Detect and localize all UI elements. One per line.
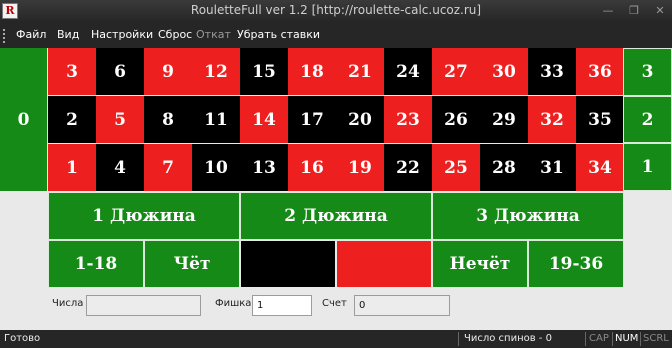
dozen-2-button[interactable]: 2 Дюжина: [240, 192, 432, 240]
numbers-field[interactable]: [86, 295, 201, 316]
status-divider: [640, 332, 641, 346]
number-cell-23[interactable]: 23: [384, 96, 432, 143]
dozen-1-button[interactable]: 1 Дюжина: [48, 192, 240, 240]
number-cell-20[interactable]: 20: [336, 96, 384, 143]
chip-label: Фишка: [215, 298, 252, 309]
number-cell-14[interactable]: 14: [240, 96, 288, 143]
column-bet-3[interactable]: 3: [623, 48, 672, 96]
number-cell-1[interactable]: 1: [48, 144, 96, 191]
window-title: RouletteFull ver 1.2 [http://roulette-ca…: [190, 3, 482, 17]
title-bar: R RouletteFull ver 1.2 [http://roulette-…: [0, 0, 672, 22]
menu-view[interactable]: Вид: [57, 28, 79, 41]
status-ready: Готово: [4, 333, 41, 344]
number-cell-6[interactable]: 6: [96, 48, 144, 95]
number-cell-19[interactable]: 19: [336, 144, 384, 191]
number-cell-30[interactable]: 30: [480, 48, 528, 95]
number-cell-10[interactable]: 10: [192, 144, 240, 191]
status-divider: [458, 332, 459, 346]
even-button[interactable]: Чёт: [144, 240, 240, 288]
num-lock-indicator: NUM: [615, 333, 639, 344]
input-row: Числа Фишка 1 Счет 0: [0, 292, 672, 328]
spin-count: Число спинов - 0: [464, 333, 552, 344]
number-cell-11[interactable]: 11: [192, 96, 240, 143]
number-cell-2[interactable]: 2: [48, 96, 96, 143]
menu-grip-icon: [3, 29, 8, 43]
number-cell-31[interactable]: 31: [528, 144, 576, 191]
status-divider: [612, 332, 613, 346]
number-cell-13[interactable]: 13: [240, 144, 288, 191]
number-cell-33[interactable]: 33: [528, 48, 576, 95]
roulette-table: 0 3 6 9 12 15 18 21 24 27 30 33 36 2 5 8 11 14 17 20 23 26 29…: [0, 48, 672, 292]
scroll-lock-indicator: SCRL: [643, 333, 669, 344]
menu-reset[interactable]: Сброс: [158, 28, 192, 41]
chip-input[interactable]: 1: [252, 295, 312, 316]
number-cell-17[interactable]: 17: [288, 96, 336, 143]
number-cell-16[interactable]: 16: [288, 144, 336, 191]
number-cell-25[interactable]: 25: [432, 144, 480, 191]
caps-lock-indicator: CAP: [589, 333, 609, 344]
number-cell-9[interactable]: 9: [144, 48, 192, 95]
menu-clear-bets[interactable]: Убрать ставки: [237, 28, 320, 41]
menu-undo[interactable]: Откат: [196, 28, 231, 41]
number-cell-29[interactable]: 29: [480, 96, 528, 143]
number-cell-8[interactable]: 8: [144, 96, 192, 143]
number-cell-21[interactable]: 21: [336, 48, 384, 95]
high-19-36-button[interactable]: 19-36: [528, 240, 624, 288]
number-cell-5[interactable]: 5: [96, 96, 144, 143]
number-cell-27[interactable]: 27: [432, 48, 480, 95]
menu-file[interactable]: Файл: [16, 28, 46, 41]
menu-bar: Файл Вид Настройки Сброс Откат Убрать ст…: [0, 22, 672, 48]
number-cell-28[interactable]: 28: [480, 144, 528, 191]
number-cell-36[interactable]: 36: [576, 48, 624, 95]
number-cell-zero[interactable]: 0: [0, 48, 47, 191]
numbers-label: Числа: [52, 298, 84, 309]
number-cell-34[interactable]: 34: [576, 144, 624, 191]
odd-button[interactable]: Нечёт: [432, 240, 528, 288]
score-field: 0: [354, 295, 450, 316]
column-bet-1[interactable]: 1: [623, 143, 672, 191]
number-cell-32[interactable]: 32: [528, 96, 576, 143]
number-cell-15[interactable]: 15: [240, 48, 288, 95]
number-cell-12[interactable]: 12: [192, 48, 240, 95]
number-cell-4[interactable]: 4: [96, 144, 144, 191]
low-1-18-button[interactable]: 1-18: [48, 240, 144, 288]
number-cell-24[interactable]: 24: [384, 48, 432, 95]
score-label: Счет: [322, 298, 347, 309]
number-cell-18[interactable]: 18: [288, 48, 336, 95]
minimize-button[interactable]: —: [598, 3, 618, 19]
column-bet-2[interactable]: 2: [623, 96, 672, 143]
number-cell-22[interactable]: 22: [384, 144, 432, 191]
number-cell-26[interactable]: 26: [432, 96, 480, 143]
status-divider: [585, 332, 586, 346]
number-cell-35[interactable]: 35: [576, 96, 624, 143]
red-color-button[interactable]: [337, 241, 431, 287]
maximize-button[interactable]: ❐: [624, 3, 644, 19]
black-color-button[interactable]: [241, 241, 335, 287]
number-cell-3[interactable]: 3: [48, 48, 96, 95]
menu-settings[interactable]: Настройки: [91, 28, 153, 41]
dozen-3-button[interactable]: 3 Дюжина: [432, 192, 624, 240]
number-cell-7[interactable]: 7: [144, 144, 192, 191]
close-button[interactable]: ✕: [650, 3, 670, 19]
status-bar: Готово Число спинов - 0 CAP NUM SCRL: [0, 330, 672, 348]
